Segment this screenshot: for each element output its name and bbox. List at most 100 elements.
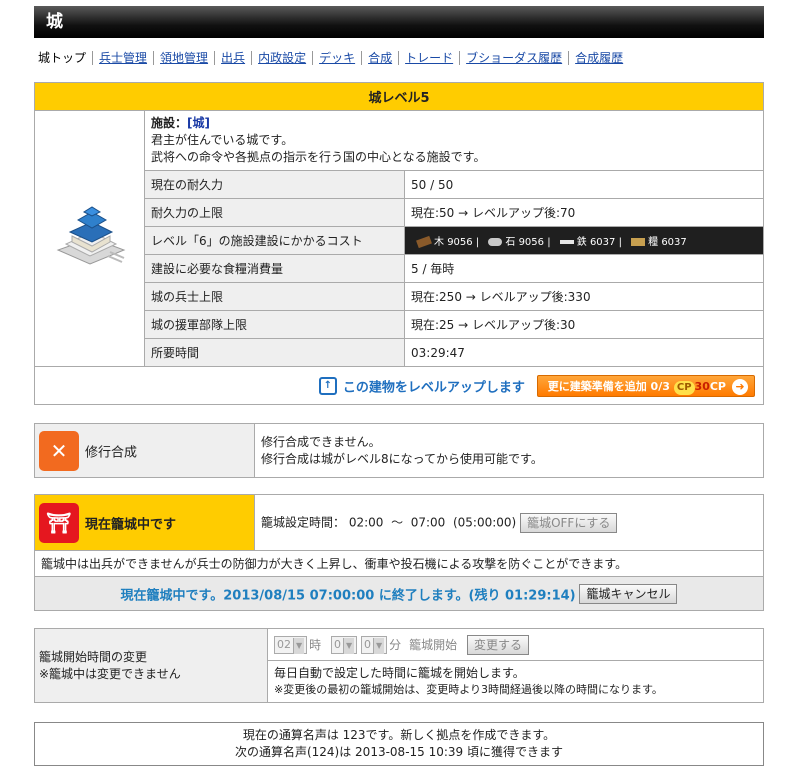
cp-cost-unit: CP (709, 379, 726, 393)
wood-amount: 9056 (447, 237, 473, 248)
food-icon (631, 238, 646, 246)
tab-soldier-management[interactable]: 兵士管理 (92, 51, 153, 65)
tab-domestic-settings[interactable]: 内政設定 (251, 51, 312, 65)
chevron-down-icon: ▼ (372, 637, 385, 654)
stone-amount: 9056 (518, 237, 545, 248)
siege-panel: ⛩ 現在籠城中です 籠城設定時間： 02:00 〜 07:00 (05:00:00… (34, 494, 764, 611)
durability-max-value: 現在:50 → レベルアップ後:70 (404, 198, 764, 227)
wood-label: 木 (434, 237, 444, 248)
training-synthesis-panel: ✕ 修行合成 修行合成できません。 修行合成は城がレベル8になってから使用可能です… (34, 423, 764, 478)
iron-amount: 6037 (589, 237, 616, 248)
tab-territory-management[interactable]: 領地管理 (153, 51, 214, 65)
start-change-controls: 02 ▼ 時 0 ▼ 0 ▼ 分籠城開始 変更する (267, 628, 764, 661)
facility-link[interactable]: [城] (187, 116, 210, 130)
siege-status-cell: 現在籠城中です。2013/08/15 07:00:00 に終了します。(残り 0… (34, 576, 764, 611)
minute-tens-select[interactable]: 0 ▼ (331, 635, 358, 654)
castle-level-header: 城レベル5 (34, 82, 764, 111)
tab-deck[interactable]: デッキ (312, 51, 361, 65)
siege-time-label: 籠城設定時間： (261, 515, 346, 529)
durability-label: 現在の耐久力 (144, 170, 405, 199)
stone-icon (488, 238, 503, 246)
minute-tens-value: 0 (334, 637, 341, 651)
tab-castle-top[interactable]: 城トップ (38, 51, 92, 65)
start-change-label-cell: 籠城開始時間の変更 ※籠城中は変更できません (34, 628, 268, 703)
minute-ones-value: 0 (363, 637, 371, 651)
facility-label: 施設： (151, 116, 188, 130)
facility-desc-line2: 武将への命令や各拠点の指示を行う国の中心となる施設です。 (151, 150, 486, 164)
castle-thumbnail-cell (34, 110, 145, 367)
siege-start-change-panel: 籠城開始時間の変更 ※籠城中は変更できません 02 ▼ 時 0 ▼ 0 ▼ 分籠城開始 変… (34, 628, 764, 703)
food-consumption-value: 5 / 毎時 (404, 254, 764, 283)
arrow-right-icon: ➜ (732, 378, 748, 395)
tab-bushodas-history[interactable]: ブショーダス履歴 (459, 51, 568, 65)
soldier-limit-value: 現在:250 → レベルアップ後:330 (404, 282, 764, 311)
levelup-link[interactable]: この建物をレベルアップします (343, 380, 525, 395)
tab-synthesis-history[interactable]: 合成履歴 (568, 51, 629, 65)
siege-note: 籠城中は出兵ができませんが兵士の防御力が大きく上昇し、衝車や投石機による攻撃を防… (34, 550, 764, 577)
training-line2: 修行合成は城がレベル8になってから使用可能です。 (261, 451, 543, 466)
siege-label-cell: ⛩ 現在籠城中です (34, 494, 255, 551)
fame-line1: 現在の通算名声は 123です。新しく拠点を作成できます。 (242, 728, 556, 742)
siege-status-text: 現在籠城中です。2013/08/15 07:00:00 に終了します。(残り 0… (120, 588, 576, 603)
siege-time-end: 07:00 (410, 515, 446, 529)
add-build-prep-button[interactable]: 更に建築準備を追加 0/3 CP 30CP ➜ (536, 374, 755, 397)
stone-label: 石 (505, 237, 516, 248)
reinforcement-limit-label: 城の援軍部隊上限 (144, 310, 405, 339)
siege-time-cell: 籠城設定時間： 02:00 〜 07:00 (05:00:00) 籠城OFFにす… (254, 494, 764, 551)
siege-time-tilde: 〜 (391, 515, 404, 529)
hour-select-value: 02 (277, 637, 291, 651)
levelup-icon[interactable]: ↑ (318, 376, 337, 395)
crossed-swords-icon: ✕ (39, 430, 79, 471)
start-change-info2: ※変更後の最初の籠城開始は、変更時より3時間経過後以降の時間になります。 (274, 683, 663, 696)
castle-gate-icon: ⛩ (39, 502, 79, 543)
start-change-info: 毎日自動で設定した時間に籠城を開始します。 ※変更後の最初の籠城開始は、変更時よ… (267, 660, 764, 703)
fame-line2: 次の通算名声(124)は 2013-08-15 10:39 頃に獲得できます (234, 745, 564, 759)
add-build-prep-label: 更に建築準備を追加 0/3 (547, 379, 670, 393)
training-message: 修行合成できません。 修行合成は城がレベル8になってから使用可能です。 (254, 423, 764, 478)
fame-panel: 現在の通算名声は 123です。新しく拠点を作成できます。 次の通算名声(124)… (34, 722, 764, 766)
cp-coin-icon: CP (673, 380, 695, 395)
reinforcement-limit-value: 現在:25 → レベルアップ後:30 (404, 310, 764, 339)
siege-cancel-button[interactable]: 籠城キャンセル (579, 583, 678, 604)
durability-value: 50 / 50 (404, 170, 764, 199)
iron-icon (559, 240, 574, 244)
page-title: 城 (34, 6, 764, 38)
tab-sortie[interactable]: 出兵 (214, 51, 251, 65)
training-label-cell: ✕ 修行合成 (34, 423, 255, 478)
castle-page: 城 城トップ 兵士管理 領地管理 出兵 内政設定 デッキ 合成 トレード ブショ… (0, 0, 800, 777)
facility-desc-line1: 君主が住んでいる城です。 (151, 133, 294, 147)
start-label: 籠城開始 (409, 638, 458, 652)
training-line1: 修行合成できません。 (261, 434, 381, 449)
chevron-down-icon: ▼ (343, 637, 355, 654)
minute-ones-select[interactable]: 0 ▼ (360, 635, 388, 654)
build-cost-value: 木 9056 | 石 9056 | 鉄 6037 | 糧 6037 (404, 226, 764, 255)
hour-select[interactable]: 02 ▼ (274, 635, 308, 654)
build-cost-label: レベル「6」の施設建設にかかるコスト (144, 226, 405, 255)
siege-duration: (05:00:00) (452, 515, 517, 529)
levelup-cell: ↑ この建物をレベルアップします 更に建築準備を追加 0/3 CP 30CP ➜ (34, 366, 764, 405)
castle-building-icon (56, 206, 125, 265)
start-change-info1: 毎日自動で設定した時間に籠城を開始します。 (274, 666, 525, 680)
change-button[interactable]: 変更する (467, 634, 530, 655)
soldier-limit-label: 城の兵士上限 (144, 282, 405, 311)
chevron-down-icon: ▼ (293, 637, 305, 654)
siege-off-button[interactable]: 籠城OFFにする (520, 512, 618, 533)
facility-description: 施設：[城] 君主が住んでいる城です。 武将への命令や各拠点の指示を行う国の中心… (144, 110, 764, 171)
castle-level-panel: 城レベル5 施設：[城] 君主が住んでいる城です。 武将への命令や各拠点の指示を… (34, 82, 764, 405)
minute-unit: 分 (389, 638, 402, 652)
required-time-label: 所要時間 (144, 338, 405, 367)
food-label: 糧 (648, 237, 659, 248)
food-amount: 6037 (661, 237, 687, 248)
tab-bar: 城トップ 兵士管理 領地管理 出兵 内政設定 デッキ 合成 トレード ブショーダ… (38, 50, 629, 66)
tab-trade[interactable]: トレード (398, 51, 459, 65)
siege-label: 現在籠城中です (85, 517, 177, 532)
hour-unit: 時 (309, 638, 322, 652)
tab-synthesis[interactable]: 合成 (361, 51, 398, 65)
required-time-value: 03:29:47 (404, 338, 764, 367)
start-change-label: 籠城開始時間の変更 (39, 649, 148, 664)
food-consumption-label: 建設に必要な食糧消費量 (144, 254, 405, 283)
siege-time-start: 02:00 (348, 515, 384, 529)
durability-max-label: 耐久力の上限 (144, 198, 405, 227)
wood-icon (416, 235, 432, 249)
cp-cost-value: 30 (694, 379, 710, 393)
